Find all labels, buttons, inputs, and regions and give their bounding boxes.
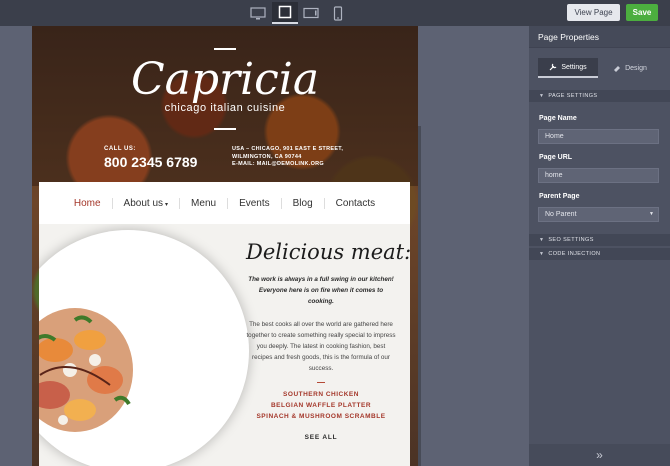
hero-divider-bottom: [214, 128, 236, 130]
seo-settings-header[interactable]: ▼ SEO SETTINGS: [529, 234, 670, 246]
page-url-label: Page URL: [539, 154, 573, 161]
section-heading: Delicious meat:: [246, 240, 410, 264]
panel-title: Page Properties: [529, 26, 670, 48]
section-label: PAGE SETTINGS: [548, 93, 598, 99]
site-tagline: chicago italian cuisine: [164, 102, 286, 114]
caret-down-icon: ▼: [539, 93, 545, 99]
caret-down-icon: ▾: [165, 201, 169, 208]
page-name-input[interactable]: Home: [538, 129, 659, 144]
dish-link[interactable]: SPINACH & MUSHROOM SCRAMBLE: [246, 411, 396, 422]
featured-text: Delicious meat: The work is always in a …: [246, 240, 410, 441]
wrench-icon: [549, 63, 557, 71]
nav-item-label: Contacts: [335, 197, 376, 209]
nav-item-about-us[interactable]: About us ▾: [111, 197, 180, 209]
page-url-value: home: [545, 172, 563, 179]
address-line: USA – CHICAGO, 901 EAST E STREET,: [232, 146, 344, 152]
body-paragraph: The best cooks all over the world are ga…: [246, 321, 396, 372]
editor-canvas: Capricia chicago italian cuisine CALL US…: [0, 26, 529, 466]
tab-label: Settings: [561, 63, 587, 71]
section-divider: [317, 382, 325, 383]
panel-tabs: Settings Design: [538, 58, 661, 78]
tablet-landscape-view-button[interactable]: [272, 2, 298, 24]
nav-item-label: Menu: [191, 197, 217, 209]
paint-icon: [614, 66, 621, 72]
canvas-divider: [418, 126, 421, 466]
nav-item-contacts[interactable]: Contacts: [323, 197, 386, 209]
dish-link[interactable]: SOUTHERN CHICKEN: [246, 389, 396, 400]
top-toolbar: View Page Save: [0, 0, 670, 26]
page-name-label: Page Name: [539, 115, 577, 122]
phone-icon: [333, 5, 343, 21]
nav-item-home[interactable]: Home: [63, 198, 112, 209]
tab-label: Design: [625, 64, 647, 72]
page-url-input[interactable]: home: [538, 168, 659, 183]
nav-item-label: Events: [239, 197, 270, 209]
double-chevron-right-icon: »: [596, 448, 603, 462]
collapse-panel-button[interactable]: »: [529, 444, 670, 466]
nav-item-label: Home: [73, 197, 101, 209]
code-injection-header[interactable]: ▼ CODE INJECTION: [529, 248, 670, 260]
main-navigation: Home About us ▾ Menu Events Blog Contacts: [39, 182, 410, 224]
food-illustration: [39, 308, 133, 432]
email-line[interactable]: E-MAIL: MAIL@DEMOLINK.ORG: [232, 161, 382, 169]
tab-design[interactable]: Design: [600, 58, 660, 78]
save-button[interactable]: Save: [626, 4, 658, 21]
tablet-icon: [303, 7, 319, 19]
parent-page-value: No Parent: [545, 211, 577, 218]
nav-item-menu[interactable]: Menu: [179, 197, 227, 209]
nav-item-blog[interactable]: Blog: [280, 197, 324, 209]
page-name-value: Home: [545, 133, 564, 140]
address-block: USA – CHICAGO, 901 EAST E STREET, WILMIN…: [232, 146, 382, 169]
address-line: WILMINGTON, CA 90744: [232, 153, 302, 160]
page-properties-panel: Page Properties Settings Design ▼ PAGE S…: [529, 26, 670, 466]
parent-page-label: Parent Page: [539, 193, 580, 200]
dish-link[interactable]: BELGIAN WAFFLE PLATTER: [246, 400, 396, 411]
monitor-icon: [250, 6, 266, 19]
food-plate-image: [39, 230, 249, 466]
desktop-view-button[interactable]: [245, 2, 271, 24]
chevron-down-icon: ▼: [649, 211, 654, 217]
nav-item-label: Blog: [292, 197, 313, 209]
tablet-landscape-icon: [278, 5, 292, 19]
see-all-link[interactable]: SEE ALL: [246, 434, 396, 441]
tablet-view-button[interactable]: [298, 2, 324, 24]
intro-paragraph: The work is always in a full swing in ou…: [248, 276, 394, 305]
caret-down-icon: ▼: [539, 237, 545, 243]
section-label: CODE INJECTION: [548, 251, 601, 257]
mobile-view-button[interactable]: [325, 2, 351, 24]
phone-number[interactable]: 800 2345 6789: [104, 154, 197, 170]
hero-divider-top: [214, 48, 236, 50]
tab-settings[interactable]: Settings: [538, 58, 598, 78]
parent-page-select[interactable]: No Parent ▼: [538, 207, 659, 222]
page-preview[interactable]: Capricia chicago italian cuisine CALL US…: [32, 26, 418, 466]
call-us-label: CALL US:: [104, 146, 136, 152]
site-logo[interactable]: Capricia: [32, 54, 418, 105]
view-page-button[interactable]: View Page: [567, 4, 620, 21]
caret-down-icon: ▼: [539, 251, 545, 257]
featured-section: Delicious meat: The work is always in a …: [39, 224, 410, 466]
page-settings-header[interactable]: ▼ PAGE SETTINGS: [529, 90, 670, 102]
nav-item-events[interactable]: Events: [227, 197, 281, 209]
nav-item-label: About us: [123, 197, 164, 209]
section-label: SEO SETTINGS: [548, 237, 594, 243]
